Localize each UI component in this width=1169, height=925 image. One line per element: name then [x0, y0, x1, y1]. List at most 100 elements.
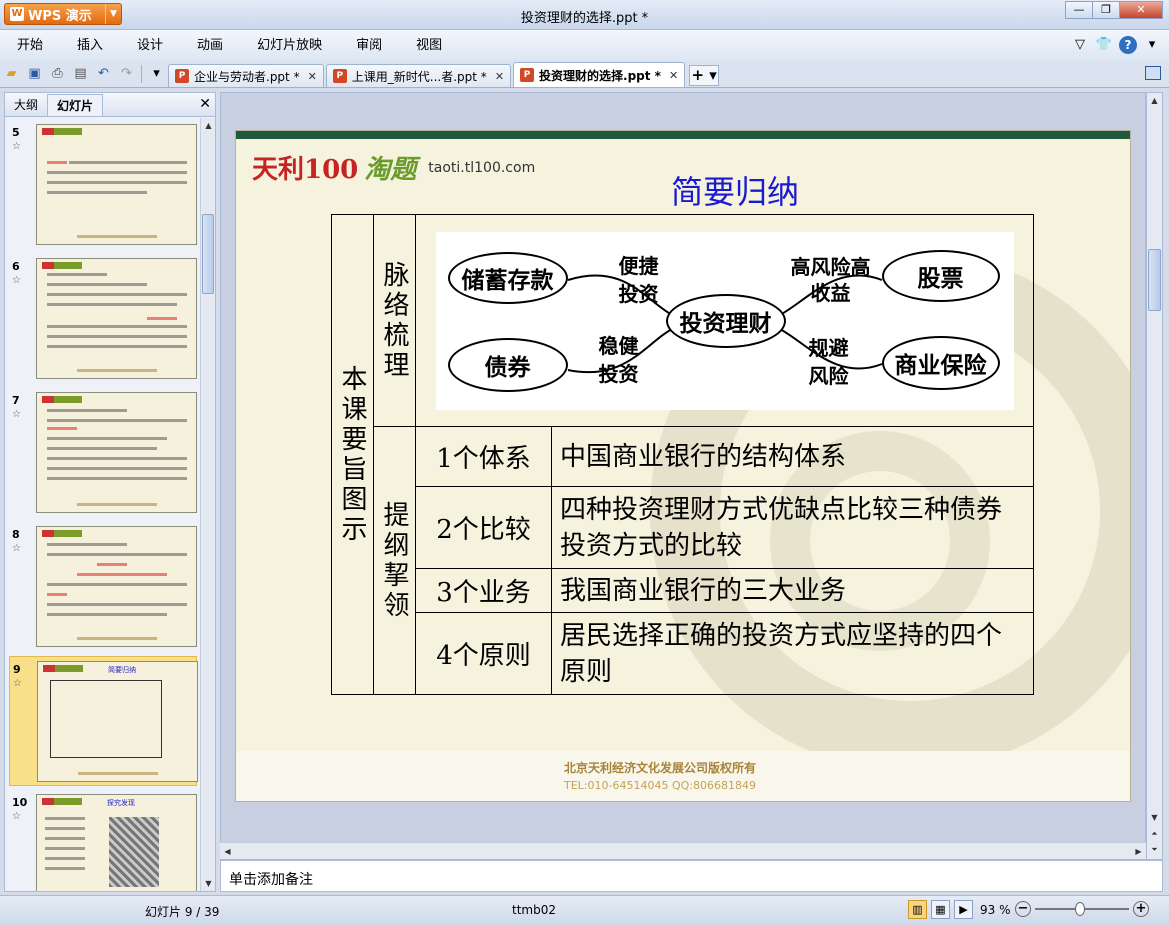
- tab-outline[interactable]: 大纲: [5, 94, 47, 116]
- animation-star-icon: ☆: [12, 141, 21, 152]
- customize-toolbar-icon[interactable]: ▾: [147, 64, 166, 83]
- scrollbar-thumb[interactable]: [1148, 249, 1161, 311]
- title-bar: W WPS 演示 ▼ 投资理财的选择.ppt * — ❐ ✕: [0, 0, 1169, 30]
- horizontal-scrollbar[interactable]: ◀ ▶: [220, 842, 1146, 859]
- mindmap-cell: 投资理财 储蓄存款 债券 股票 商业保险 便捷投资 稳健投资 高风险高收益 规避…: [415, 214, 1034, 427]
- scroll-left-icon[interactable]: ◀: [220, 844, 235, 859]
- mindmap-center-node: 投资理财: [665, 293, 786, 348]
- chevron-down-icon[interactable]: ▽: [1071, 36, 1089, 54]
- slide-preview: [36, 392, 197, 513]
- print-icon[interactable]: ⎙: [48, 64, 67, 83]
- close-tab-icon[interactable]: ✕: [669, 69, 678, 82]
- ppt-file-icon: P: [332, 69, 347, 83]
- zoom-out-icon[interactable]: −: [1015, 901, 1031, 917]
- mindmap-node: 债券: [447, 337, 568, 392]
- status-bar: 幻灯片 9 / 39 ttmb02 ▥ ▦ ▶ 93 % − +: [0, 895, 1169, 925]
- zoom-in-icon[interactable]: +: [1133, 901, 1149, 917]
- shirt-skin-icon[interactable]: 👕: [1095, 36, 1113, 54]
- edge-label: 稳健投资: [598, 333, 639, 386]
- close-button[interactable]: ✕: [1119, 1, 1163, 19]
- zoom-slider-knob[interactable]: [1075, 902, 1086, 916]
- redo-icon[interactable]: ↷: [117, 64, 136, 83]
- slide-thumbnail[interactable]: 10 ☆ 探究发现: [9, 790, 197, 891]
- scroll-right-icon[interactable]: ▶: [1131, 844, 1146, 859]
- normal-view-icon[interactable]: ▥: [908, 900, 927, 919]
- zoom-level: 93 %: [980, 903, 1011, 917]
- menu-slideshow[interactable]: 幻灯片放映: [240, 30, 339, 61]
- mindmap-node: 股票: [881, 249, 1000, 302]
- edge-label: 高风险高收益: [790, 254, 871, 305]
- menu-design[interactable]: 设计: [120, 30, 180, 61]
- prev-slide-icon[interactable]: ⏶: [1147, 826, 1162, 841]
- menu-home[interactable]: 开始: [0, 30, 60, 61]
- vertical-scrollbar[interactable]: ▲ ▼ ⏶ ⏷: [1146, 92, 1163, 860]
- slideshow-icon[interactable]: ▶: [954, 900, 973, 919]
- close-tab-icon[interactable]: ✕: [308, 70, 317, 83]
- scroll-down-icon[interactable]: ▼: [201, 876, 216, 891]
- doc-tab-1[interactable]: P 企业与劳动者.ppt * ✕: [168, 64, 324, 87]
- outline-item-count: 3个业务: [415, 568, 552, 613]
- mindmap-node: 商业保险: [881, 335, 1000, 390]
- window-title: 投资理财的选择.ppt *: [520, 11, 649, 26]
- print-preview-icon[interactable]: ▤: [71, 64, 90, 83]
- save-icon[interactable]: ▣: [25, 64, 44, 83]
- edge-label: 便捷投资: [618, 253, 659, 306]
- next-slide-icon[interactable]: ⏷: [1147, 842, 1162, 857]
- slide-thumbnail[interactable]: 6 ☆: [9, 254, 197, 384]
- footer-contact: TEL:010-64514045 QQ:806681849: [564, 779, 756, 792]
- animation-star-icon: ☆: [13, 678, 22, 689]
- theme-name: ttmb02: [512, 903, 556, 917]
- slide[interactable]: 天利100 淘题 taoti.tl100.com 简要归纳 本课要旨图示 脉络梳…: [235, 130, 1131, 802]
- tab-slides[interactable]: 幻灯片: [47, 94, 104, 116]
- slide-thumbnail[interactable]: 8 ☆: [9, 522, 197, 652]
- layout-toggle-icon[interactable]: [1145, 66, 1161, 80]
- outline-item-desc: 我国商业银行的三大业务: [551, 568, 1034, 613]
- menu-view[interactable]: 视图: [399, 30, 459, 61]
- menu-review[interactable]: 审阅: [339, 30, 399, 61]
- table-side-header: 本课要旨图示: [331, 214, 374, 695]
- dropdown-icon[interactable]: ▾: [1143, 36, 1161, 54]
- outline-item-desc: 居民选择正确的投资方式应坚持的四个原则: [551, 612, 1034, 695]
- row-label: 提纲挈领: [373, 426, 416, 695]
- help-icon[interactable]: ?: [1119, 36, 1137, 54]
- menu-animation[interactable]: 动画: [180, 30, 240, 61]
- notes-pane[interactable]: 单击添加备注: [220, 860, 1163, 892]
- slide-title: 简要归纳: [671, 173, 800, 211]
- menu-insert[interactable]: 插入: [60, 30, 120, 61]
- outline-item-count: 4个原则: [415, 612, 552, 695]
- outline-item-count: 1个体系: [415, 426, 552, 487]
- outline-item-desc: 中国商业银行的结构体系: [551, 426, 1034, 487]
- menu-bar: 开始 插入 设计 动画 幻灯片放映 审阅 视图: [0, 30, 1169, 61]
- ppt-file-icon: P: [175, 69, 189, 83]
- tianli-logo: 天利100 淘题 taoti.tl100.com: [252, 155, 536, 185]
- doc-tab-2[interactable]: P 上课用_新时代...者.ppt * ✕: [325, 64, 512, 87]
- scroll-down-icon[interactable]: ▼: [1147, 810, 1162, 825]
- close-panel-icon[interactable]: ✕: [199, 96, 211, 112]
- panel-scrollbar[interactable]: ▲ ▼: [200, 118, 215, 891]
- minimize-button[interactable]: —: [1065, 1, 1093, 19]
- new-tab-button[interactable]: + ▾: [689, 65, 720, 86]
- slide-thumbnail-selected[interactable]: 9 ☆ 简要归纳: [9, 656, 198, 786]
- doc-tab-3[interactable]: P 投资理财的选择.ppt * ✕: [513, 62, 686, 87]
- slide-thumbnail[interactable]: 5 ☆: [9, 120, 197, 250]
- maximize-button[interactable]: ❐: [1092, 1, 1120, 19]
- document-tab-bar: ▰ ▣ ⎙ ▤ ↶ ↷ ▾ P 企业与劳动者.ppt * ✕ P 上课用_新时代...…: [0, 61, 1169, 88]
- slides-panel: 大纲 幻灯片 ✕ 5 ☆ 6 ☆ 7 ☆ 8 ☆ 9 ☆ 简要归纳 10 ☆ 探究发现 ▲: [4, 92, 216, 892]
- edge-label: 规避风险: [808, 335, 849, 388]
- slide-counter: 幻灯片 9 / 39: [145, 905, 220, 919]
- scrollbar-thumb[interactable]: [202, 214, 214, 294]
- row-label: 脉络梳理: [373, 214, 416, 427]
- slide-thumbnail[interactable]: 7 ☆: [9, 388, 197, 518]
- open-folder-icon[interactable]: ▰: [2, 64, 21, 83]
- slide-preview: 简要归纳: [37, 661, 198, 782]
- scroll-up-icon[interactable]: ▲: [1147, 93, 1162, 108]
- footer-copyright: 北京天利经济文化发展公司版权所有: [564, 761, 757, 775]
- scroll-up-icon[interactable]: ▲: [201, 118, 216, 133]
- animation-star-icon: ☆: [12, 811, 21, 822]
- mindmap-diagram: 投资理财 储蓄存款 债券 股票 商业保险 便捷投资 稳健投资 高风险高收益 规避…: [435, 231, 1014, 410]
- slide-preview: 探究发现: [36, 794, 197, 891]
- ppt-file-icon: P: [520, 68, 535, 82]
- undo-icon[interactable]: ↶: [94, 64, 113, 83]
- slide-sorter-icon[interactable]: ▦: [931, 900, 950, 919]
- close-tab-icon[interactable]: ✕: [495, 70, 504, 83]
